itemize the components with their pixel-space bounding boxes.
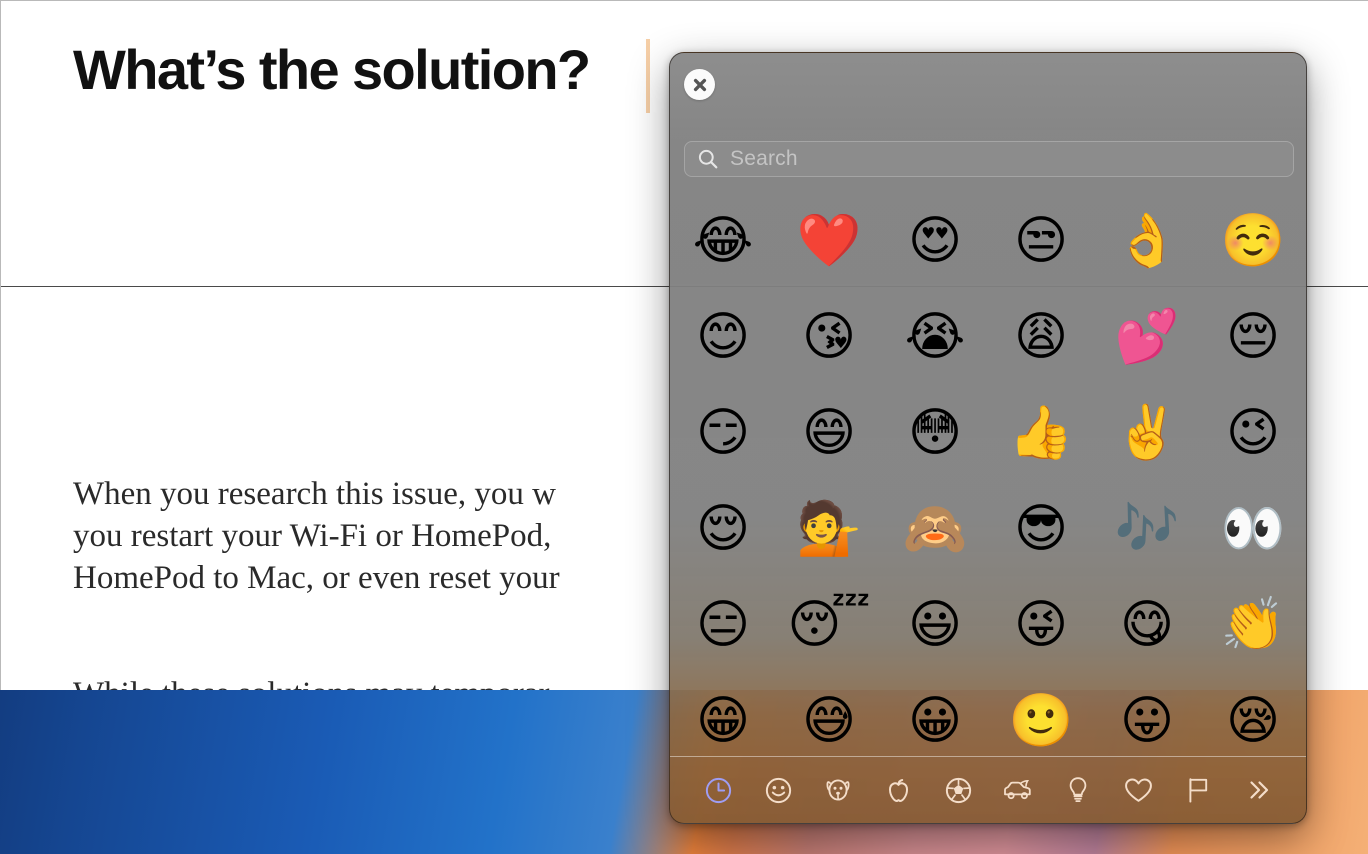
smiley-icon xyxy=(765,777,792,804)
search-row: Search xyxy=(684,141,1294,177)
category-recents[interactable] xyxy=(688,767,748,813)
emoji-cell-r5-c2[interactable]: 😴 xyxy=(776,577,882,673)
emoji-cell-r2-c1[interactable]: 😊 xyxy=(670,289,776,385)
soccer-icon xyxy=(945,777,972,804)
emoji-cell-r6-c6[interactable]: 😪 xyxy=(1200,673,1306,757)
emoji-cell-r4-c3[interactable]: 🙈 xyxy=(882,481,988,577)
emoji-cell-r3-c4[interactable]: 👍 xyxy=(988,385,1094,481)
emoji-cell-r5-c6[interactable]: 👏 xyxy=(1200,577,1306,673)
emoji-cell-r1-c6[interactable]: ☺️ xyxy=(1200,193,1306,289)
emoji-cell-r6-c4[interactable]: 🙂 xyxy=(988,673,1094,757)
page-title: What’s the solution? xyxy=(73,38,591,101)
emoji-cell-r1-c2[interactable]: ❤️ xyxy=(776,193,882,289)
heart-icon xyxy=(1124,777,1153,804)
category-animals[interactable] xyxy=(808,767,868,813)
emoji-cell-r5-c4[interactable]: 😜 xyxy=(988,577,1094,673)
search-placeholder: Search xyxy=(730,147,798,170)
category-more[interactable] xyxy=(1228,767,1288,813)
emoji-grid-scroll-area[interactable]: 😂 ❤️ 😍 😒 👌 ☺️ 😊 😘 😭 😩 💕 😔 😏 😄 😳 👍 ✌️ 😉 😌 💁 🙈 😎 🎶 👀 😑 😴 😃 😜 😋 👏 😁 😅 😀 🙂 😛 😪 xyxy=(670,193,1306,757)
chevron-double-right-icon xyxy=(1245,777,1271,803)
flag-icon xyxy=(1185,776,1211,804)
emoji-cell-r6-c3[interactable]: 😀 xyxy=(882,673,988,757)
car-icon xyxy=(1003,776,1033,804)
search-icon xyxy=(698,149,718,169)
emoji-cell-r3-c2[interactable]: 😄 xyxy=(776,385,882,481)
emoji-cell-r5-c3[interactable]: 😃 xyxy=(882,577,988,673)
emoji-picker-panel: Search 😂 ❤️ 😍 😒 👌 ☺️ 😊 😘 😭 😩 💕 😔 😏 😄 😳 👍 ✌️ 😉 😌 💁 🙈 😎 🎶 👀 😑 😴 😃 😜 😋 👏… xyxy=(669,52,1307,824)
emoji-cell-r5-c1[interactable]: 😑 xyxy=(670,577,776,673)
emoji-cell-r3-c5[interactable]: ✌️ xyxy=(1094,385,1200,481)
emoji-cell-r5-c5[interactable]: 😋 xyxy=(1094,577,1200,673)
text-caret xyxy=(646,39,650,113)
emoji-cell-r6-c1[interactable]: 😁 xyxy=(670,673,776,757)
dog-icon xyxy=(824,776,852,804)
clock-icon xyxy=(705,777,732,804)
lightbulb-icon xyxy=(1067,776,1089,804)
category-flags[interactable] xyxy=(1168,767,1228,813)
emoji-cell-r6-c2[interactable]: 😅 xyxy=(776,673,882,757)
emoji-cell-r6-c5[interactable]: 😛 xyxy=(1094,673,1200,757)
emoji-cell-r2-c5[interactable]: 💕 xyxy=(1094,289,1200,385)
category-activity[interactable] xyxy=(928,767,988,813)
category-symbols[interactable] xyxy=(1108,767,1168,813)
emoji-cell-r2-c3[interactable]: 😭 xyxy=(882,289,988,385)
category-toolbar xyxy=(670,757,1306,823)
emoji-cell-r1-c5[interactable]: 👌 xyxy=(1094,193,1200,289)
emoji-cell-r2-c4[interactable]: 😩 xyxy=(988,289,1094,385)
emoji-cell-r4-c6[interactable]: 👀 xyxy=(1200,481,1306,577)
emoji-cell-r3-c1[interactable]: 😏 xyxy=(670,385,776,481)
search-input[interactable]: Search xyxy=(684,141,1294,177)
panel-sheen xyxy=(670,53,1306,148)
emoji-grid: 😂 ❤️ 😍 😒 👌 ☺️ 😊 😘 😭 😩 💕 😔 😏 😄 😳 👍 ✌️ 😉 😌 💁 🙈 😎 🎶 👀 😑 😴 😃 😜 😋 👏 😁 😅 😀 🙂 😛 😪 xyxy=(670,193,1306,757)
emoji-cell-r4-c1[interactable]: 😌 xyxy=(670,481,776,577)
emoji-cell-r3-c6[interactable]: 😉 xyxy=(1200,385,1306,481)
emoji-cell-r1-c3[interactable]: 😍 xyxy=(882,193,988,289)
close-icon xyxy=(693,78,706,91)
emoji-cell-r2-c2[interactable]: 😘 xyxy=(776,289,882,385)
category-travel[interactable] xyxy=(988,767,1048,813)
emoji-cell-r4-c4[interactable]: 😎 xyxy=(988,481,1094,577)
emoji-cell-r4-c5[interactable]: 🎶 xyxy=(1094,481,1200,577)
emoji-cell-r1-c4[interactable]: 😒 xyxy=(988,193,1094,289)
category-smileys[interactable] xyxy=(748,767,808,813)
emoji-cell-r2-c6[interactable]: 😔 xyxy=(1200,289,1306,385)
category-food[interactable] xyxy=(868,767,928,813)
close-button[interactable] xyxy=(684,69,715,100)
emoji-cell-r1-c1[interactable]: 😂 xyxy=(670,193,776,289)
emoji-cell-r3-c3[interactable]: 😳 xyxy=(882,385,988,481)
emoji-cell-r4-c2[interactable]: 💁 xyxy=(776,481,882,577)
category-objects[interactable] xyxy=(1048,767,1108,813)
apple-icon xyxy=(885,777,912,804)
screen: What’s the solution? When you research t… xyxy=(0,0,1368,854)
